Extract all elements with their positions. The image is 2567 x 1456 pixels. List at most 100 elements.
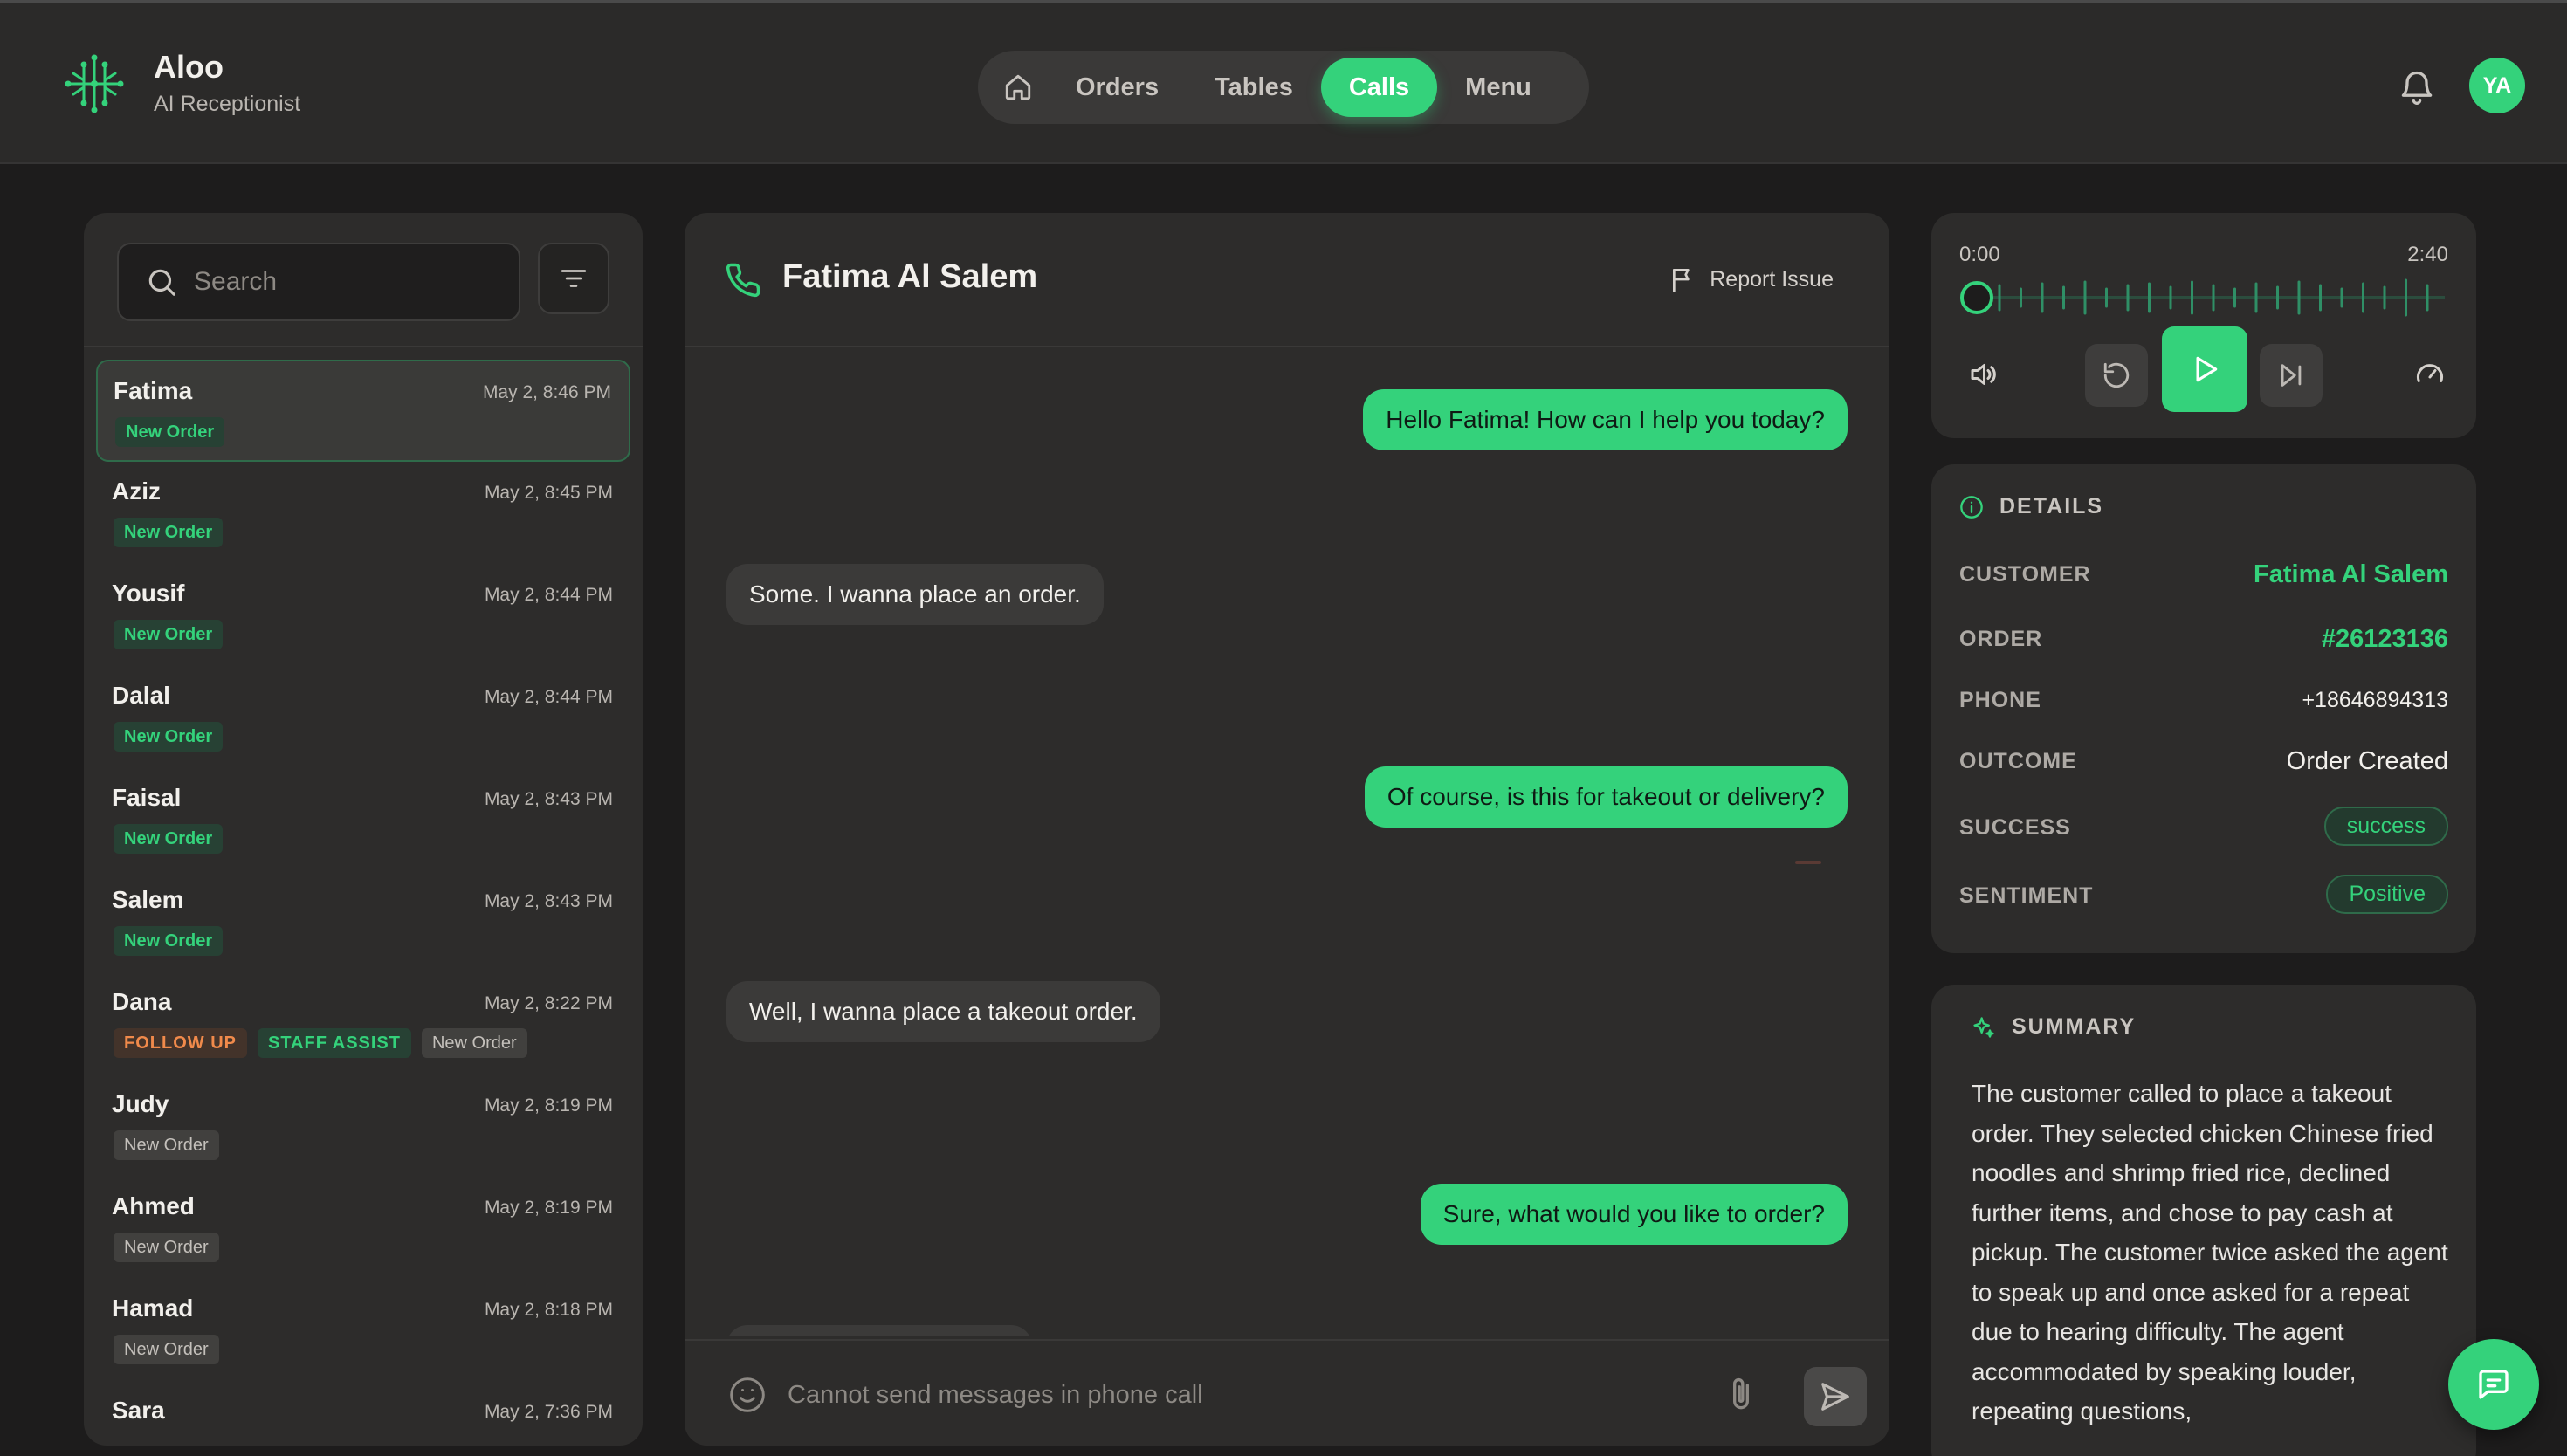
nav-calls[interactable]: Calls	[1320, 58, 1438, 117]
call-name: Hamad	[112, 1295, 194, 1322]
summary-text: The customer called to place a takeout o…	[1972, 1080, 2448, 1425]
call-item-yousif[interactable]: Yousif May 2, 8:44 PM New Order	[96, 564, 630, 666]
search-input[interactable]	[194, 267, 491, 297]
list-divider	[84, 346, 643, 347]
neural-logo-icon	[65, 54, 124, 113]
call-time: May 2, 8:46 PM	[482, 382, 611, 402]
call-item-hamad[interactable]: Hamad May 2, 8:18 PM New Order	[96, 1279, 630, 1381]
call-list-panel: Fatima May 2, 8:46 PM New Order Aziz May…	[84, 213, 643, 1446]
send-icon	[1821, 1383, 1849, 1411]
call-item-ahmed[interactable]: Ahmed May 2, 8:19 PM New Order	[96, 1177, 630, 1279]
report-issue-button[interactable]: Report Issue	[1669, 265, 1834, 293]
scrubber-handle	[1960, 281, 1993, 314]
info-icon	[1960, 495, 1983, 519]
phone-icon	[726, 263, 760, 298]
call-item-dalal[interactable]: Dalal May 2, 8:44 PM New Order	[96, 666, 630, 768]
current-time: 0:00	[1959, 243, 2000, 266]
waveform-scrubber[interactable]	[1959, 276, 2448, 319]
detail-label: PHONE	[1959, 688, 2041, 712]
new-order-badge: New Order	[114, 722, 224, 752]
duration: 2:40	[2407, 243, 2448, 266]
details-title: DETAILS	[1999, 494, 2104, 519]
nav-orders[interactable]: Orders	[1048, 58, 1187, 117]
detail-label: CUSTOMER	[1959, 562, 2091, 587]
search-icon	[148, 269, 175, 296]
volume-icon	[1971, 364, 1996, 385]
nav-home[interactable]	[988, 58, 1048, 117]
call-name: Sara	[112, 1397, 165, 1424]
detail-label: OUTCOME	[1959, 749, 2077, 773]
user-avatar[interactable]: YA	[2469, 58, 2525, 113]
filter-button[interactable]	[538, 243, 609, 314]
new-order-badge: New Order	[114, 824, 224, 854]
call-name: Aziz	[112, 477, 161, 505]
message-marker	[1795, 861, 1821, 864]
paperclip-icon[interactable]	[1722, 1376, 1760, 1414]
customer-message: Some. I wanna place an order.	[726, 564, 1104, 625]
call-summary-panel: SUMMARY The customer called to place a t…	[1931, 985, 2476, 1456]
report-issue-label: Report Issue	[1710, 266, 1834, 292]
send-button[interactable]	[1804, 1367, 1867, 1426]
agent-message: Of course, is this for takeout or delive…	[1364, 766, 1848, 828]
restart-button[interactable]	[2085, 344, 2148, 407]
call-details-panel: DETAILS CUSTOMER Fatima Al Salem ORDER #…	[1931, 464, 2476, 953]
brand-subtitle: AI Receptionist	[154, 92, 301, 116]
order-link[interactable]: #26123136	[2322, 625, 2448, 654]
summary-heading: SUMMARY	[1972, 1014, 2136, 1040]
new-order-badge: New Order	[114, 1130, 219, 1160]
play-button[interactable]	[2162, 326, 2247, 412]
new-order-badge: New Order	[114, 926, 224, 956]
sparkle-icon	[1973, 1016, 1994, 1038]
call-item-salem[interactable]: Salem May 2, 8:43 PM New Order	[96, 870, 630, 972]
chat-title: Fatima Al Salem	[782, 258, 1038, 295]
skip-forward-button[interactable]	[2260, 344, 2323, 407]
call-name: Judy	[112, 1090, 169, 1117]
new-order-badge: New Order	[114, 620, 224, 649]
call-time: May 2, 8:43 PM	[484, 789, 613, 809]
nav-tables[interactable]: Tables	[1187, 58, 1321, 117]
new-order-badge: New Order	[114, 518, 224, 547]
chat-support-button[interactable]	[2448, 1339, 2539, 1430]
call-item-dana[interactable]: Dana May 2, 8:22 PM FOLLOW UP STAFF ASSI…	[96, 972, 630, 1075]
customer-message-partial	[726, 1325, 1032, 1336]
detail-phone: PHONE +18646894313	[1959, 679, 2448, 723]
customer-link[interactable]: Fatima Al Salem	[2254, 560, 2448, 589]
message-input[interactable]	[788, 1370, 1504, 1419]
flag-icon	[1673, 269, 1690, 292]
call-item-fatima[interactable]: Fatima May 2, 8:46 PM New Order	[96, 360, 630, 462]
call-item-sara[interactable]: Sara May 2, 7:36 PM	[96, 1381, 630, 1446]
brand[interactable]: Aloo AI Receptionist	[65, 49, 300, 119]
playback-speed-button[interactable]	[2399, 344, 2460, 405]
detail-customer: CUSTOMER Fatima Al Salem	[1959, 553, 2448, 597]
app-header: Aloo AI Receptionist Orders Tables Calls…	[0, 3, 2567, 164]
detail-order: ORDER #26123136	[1959, 618, 2448, 662]
volume-button[interactable]	[1952, 344, 2013, 405]
new-order-badge: New Order	[115, 417, 225, 447]
chat-header: Fatima Al Salem Report Issue	[685, 213, 1889, 347]
call-time: May 2, 7:36 PM	[484, 1402, 613, 1422]
new-order-badge: New Order	[114, 1233, 219, 1262]
call-name: Faisal	[112, 784, 182, 811]
filter-icon	[561, 270, 587, 287]
outcome-value: Order Created	[2286, 747, 2448, 775]
agent-message: Hello Fatima! How can I help you today?	[1363, 389, 1848, 450]
call-time: May 2, 8:18 PM	[484, 1300, 613, 1320]
main-nav: Orders Tables Calls Menu	[978, 51, 1589, 124]
emoji-icon[interactable]	[728, 1376, 767, 1414]
detail-success: SUCCESS success	[1959, 807, 2448, 850]
call-item-judy[interactable]: Judy May 2, 8:19 PM New Order	[96, 1075, 630, 1177]
call-item-faisal[interactable]: Faisal May 2, 8:43 PM New Order	[96, 768, 630, 870]
call-name: Ahmed	[112, 1192, 195, 1219]
call-item-aziz[interactable]: Aziz May 2, 8:45 PM New Order	[96, 462, 630, 564]
follow-up-badge: FOLLOW UP	[114, 1028, 247, 1058]
nav-menu[interactable]: Menu	[1437, 58, 1559, 117]
detail-outcome: OUTCOME Order Created	[1959, 740, 2448, 784]
detail-sentiment: SENTIMENT Positive	[1959, 875, 2448, 918]
message-composer	[685, 1339, 1889, 1446]
brand-name: Aloo	[154, 49, 224, 85]
bell-icon[interactable]	[2398, 68, 2436, 106]
search-box[interactable]	[117, 243, 520, 321]
new-order-badge: New Order	[421, 1028, 527, 1058]
call-time: May 2, 8:43 PM	[484, 891, 613, 911]
detail-label: ORDER	[1959, 627, 2043, 651]
